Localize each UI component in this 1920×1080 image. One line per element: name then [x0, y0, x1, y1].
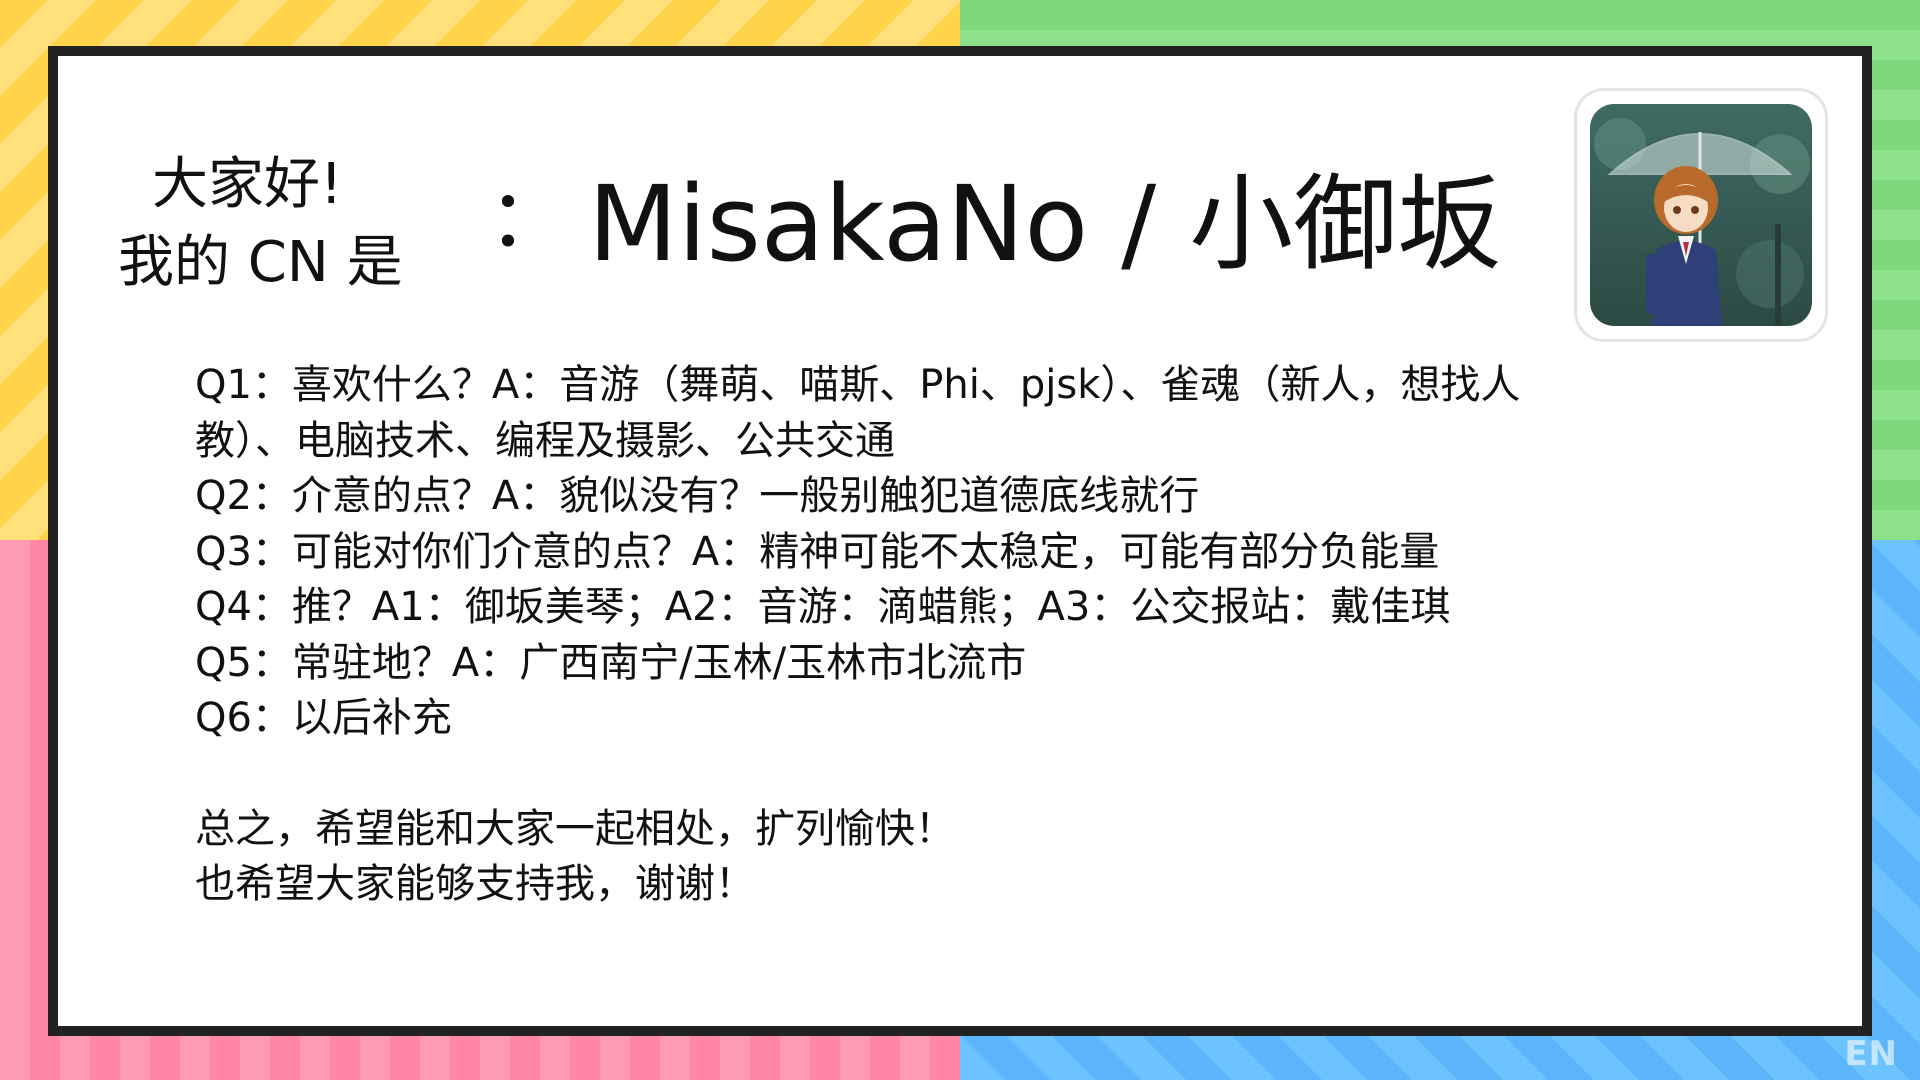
qa-line: Q4：推？A1：御坂美琴；A2：音游：滴蜡熊；A3：公交报站：戴佳琪 — [195, 584, 1451, 630]
qa-line: Q6：以后补充 — [195, 695, 452, 741]
closing-line: 也希望大家能够支持我，谢谢！ — [195, 861, 755, 907]
greeting-line-2: 我的 CN 是 — [118, 230, 403, 295]
closing-line: 总之，希望能和大家一起相处，扩列愉快！ — [195, 805, 955, 852]
name-separator: ： — [488, 172, 568, 265]
intro-card: 大家好! 我的 CN 是 ： MisakaNo / 小御坂 Q1：喜欢什么？A：… — [48, 46, 1872, 1036]
anime-girl-umbrella-avatar-icon — [1590, 104, 1812, 326]
greeting: 大家好! 我的 CN 是 — [118, 146, 458, 302]
avatar-frame — [1574, 88, 1828, 342]
qa-line: 教）、电脑技术、编程及摄影、公共交通 — [195, 417, 895, 464]
qa-section: Q1：喜欢什么？A：音游（舞萌、喵斯、Phi、pjsk）、雀魂（新人，想找人 教… — [195, 358, 1635, 913]
qa-line: Q2：介意的点？A：貌似没有？一般别触犯道德底线就行 — [195, 473, 1200, 519]
corner-watermark: EN — [1844, 1034, 1898, 1074]
qa-line: Q1：喜欢什么？A：音游（舞萌、喵斯、Phi、pjsk）、雀魂（新人，想找人 — [195, 362, 1521, 408]
qa-line: Q5：常驻地？A：广西南宁/玉林/玉林市北流市 — [195, 639, 1027, 686]
greeting-line-1: 大家好! — [152, 152, 343, 217]
qa-line: Q3：可能对你们介意的点？A：精神可能不太稳定，可能有部分负能量 — [195, 528, 1440, 575]
cn-name-title: MisakaNo / 小御坂 — [588, 163, 1502, 285]
